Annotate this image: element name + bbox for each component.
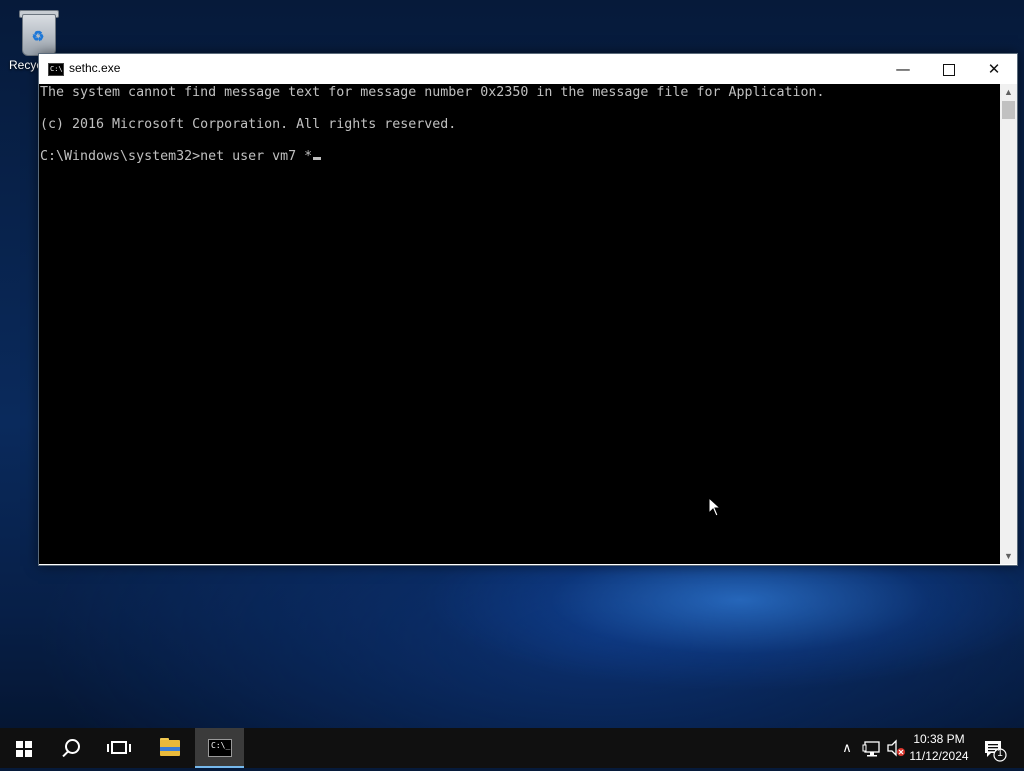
maximize-icon: [943, 63, 955, 76]
console-line: (c) 2016 Microsoft Corporation. All righ…: [40, 117, 457, 132]
clock-time: 10:38 PM: [913, 732, 965, 746]
minimize-button[interactable]: —: [880, 54, 926, 84]
window-title: sethc.exe: [69, 61, 121, 75]
start-button[interactable]: [0, 728, 48, 768]
network-icon[interactable]: [862, 728, 882, 768]
volume-muted-icon[interactable]: [885, 728, 907, 768]
file-explorer-button[interactable]: [146, 728, 194, 768]
scroll-up-arrow-icon[interactable]: ▲: [1000, 84, 1017, 100]
console-output[interactable]: The system cannot find message text for …: [39, 84, 1000, 564]
maximize-button[interactable]: [926, 54, 972, 84]
mouse-pointer-icon: [708, 497, 722, 517]
notification-count: 1: [997, 748, 1003, 759]
console-app-icon[interactable]: C:\: [48, 63, 64, 76]
text-cursor: [313, 157, 322, 160]
search-button[interactable]: [48, 728, 96, 768]
title-bar[interactable]: C:\ sethc.exe — ✕: [39, 54, 1017, 84]
action-center-button[interactable]: 1: [980, 728, 1010, 768]
clock[interactable]: 10:38 PM 11/12/2024: [905, 728, 973, 768]
console-command: C:\Windows\system32>net user vm7 *: [40, 149, 313, 164]
console-window[interactable]: C:\ sethc.exe — ✕ The system cannot find…: [38, 53, 1018, 566]
clock-date: 11/12/2024: [909, 749, 969, 763]
scrollbar-thumb[interactable]: [1002, 101, 1015, 119]
command-prompt-taskbar-button[interactable]: C:\_: [195, 728, 244, 768]
task-view-button[interactable]: [96, 728, 144, 768]
notifications-icon: [985, 741, 1007, 762]
start-icon: [16, 741, 32, 757]
console-prompt-line[interactable]: C:\Windows\system32>net user vm7 *: [40, 149, 322, 164]
close-button[interactable]: ✕: [971, 54, 1017, 84]
scroll-down-arrow-icon[interactable]: ▼: [1000, 548, 1017, 564]
vertical-scrollbar[interactable]: ▲ ▼: [1000, 84, 1017, 564]
recycle-arrows-icon: ♻: [31, 28, 45, 44]
taskbar: C:\_ ∧ 10:38 PM 11/12/2024 1: [0, 728, 1024, 768]
command-prompt-icon: C:\_: [208, 739, 232, 757]
console-line: The system cannot find message text for …: [40, 85, 825, 100]
show-hidden-icons-button[interactable]: ∧: [838, 728, 856, 768]
